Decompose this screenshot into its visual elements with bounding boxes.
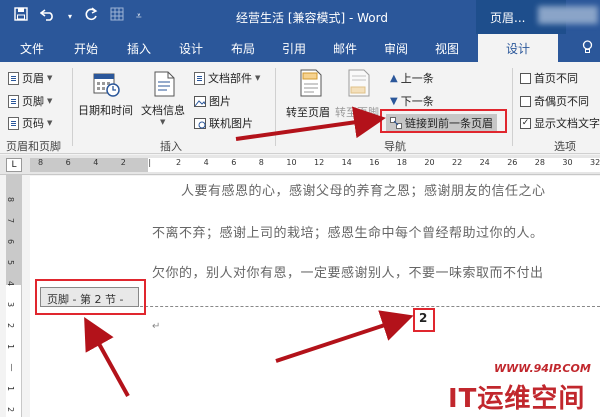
watermark-url: WWW.94IP.COM xyxy=(494,362,591,375)
annotation-arrows xyxy=(84,106,414,397)
arrow-to-page-number xyxy=(275,310,414,363)
arrow-to-footer-tag xyxy=(84,317,130,397)
arrow-to-link-button xyxy=(235,106,386,141)
watermark-brand: IT运维空间 xyxy=(448,384,586,414)
